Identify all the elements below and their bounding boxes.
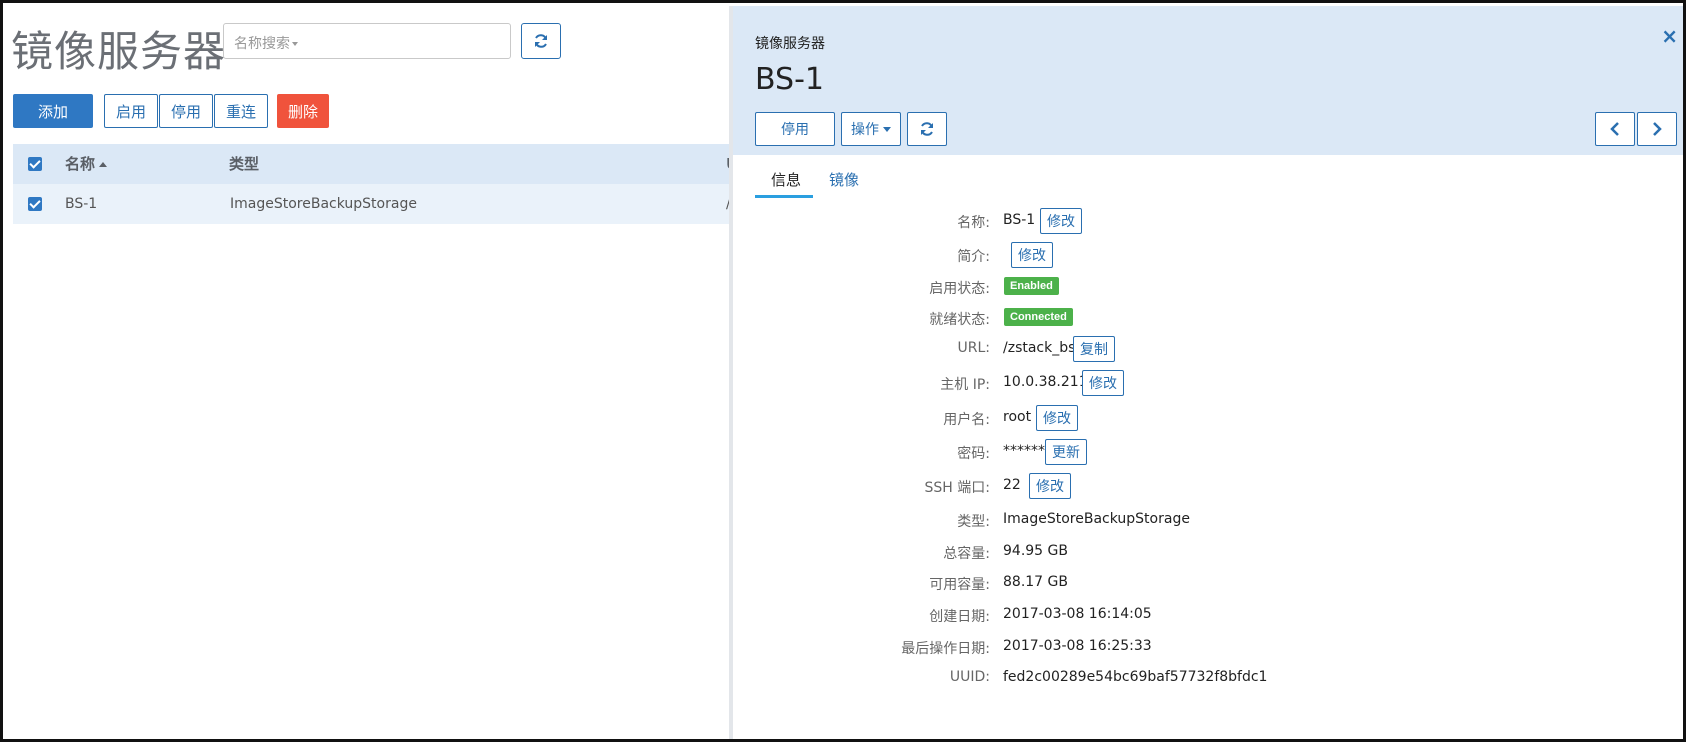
field-value: fed2c00289e54bc69baf57732f8bfdc1 [1003, 669, 1268, 685]
field-uuid: UUID: fed2c00289e54bc69baf57732f8bfdc1 [733, 661, 1683, 691]
field-label: 总容量: [943, 546, 990, 562]
storage-table: 名称 类型 U BS-1 ImageStoreBackupStorage /z [13, 144, 738, 224]
field-url: URL: /zstack_bs 复制 [733, 332, 1683, 362]
field-available-capacity: 可用容量: 88.17 GB [733, 566, 1683, 596]
field-value: 2017-03-08 16:25:33 [1003, 638, 1152, 654]
field-ssh-port: SSH 端口: 22 修改 [733, 469, 1683, 499]
prev-button[interactable] [1595, 112, 1635, 146]
edit-username-button[interactable]: 修改 [1036, 405, 1078, 431]
field-created-date: 创建日期: 2017-03-08 16:14:05 [733, 598, 1683, 628]
detail-panel: 镜像服务器 BS-1 × 停用 操作 信息 镜像 名称: BS-1 修改 简介:… [729, 6, 1683, 739]
field-type: 类型: ImageStoreBackupStorage [733, 503, 1683, 533]
next-button[interactable] [1637, 112, 1677, 146]
enable-button[interactable]: 启用 [104, 94, 158, 128]
delete-button[interactable]: 删除 [277, 94, 329, 128]
field-label: 启用状态: [929, 281, 990, 297]
field-label: URL: [957, 340, 991, 356]
add-button[interactable]: 添加 [13, 94, 93, 128]
field-value: 88.17 GB [1003, 574, 1068, 590]
field-last-op-date: 最后操作日期: 2017-03-08 16:25:33 [733, 630, 1683, 660]
detail-header: 镜像服务器 BS-1 × 停用 操作 [733, 6, 1683, 155]
field-label: 密码: [957, 446, 990, 462]
page-title: 镜像服务器 [11, 27, 227, 76]
detail-subtitle: 镜像服务器 [755, 36, 825, 52]
sort-asc-icon [99, 162, 108, 167]
table-header: 名称 类型 U [13, 144, 738, 184]
field-value: /zstack_bs [1003, 340, 1076, 356]
row-checkbox[interactable] [28, 197, 42, 211]
tab-images[interactable]: 镜像 [829, 163, 879, 198]
copy-url-button[interactable]: 复制 [1073, 336, 1115, 362]
field-password: 密码: ****** 更新 [733, 435, 1683, 465]
chevron-right-icon [1653, 122, 1662, 136]
refresh-button[interactable] [907, 112, 947, 146]
update-password-button[interactable]: 更新 [1045, 439, 1087, 465]
row-type: ImageStoreBackupStorage [230, 196, 417, 212]
field-ready-state: 就绪状态: Connected [733, 301, 1683, 331]
detail-title: BS-1 [755, 62, 825, 97]
refresh-icon [921, 122, 933, 136]
field-value: BS-1 [1003, 212, 1036, 228]
chevron-down-icon [292, 42, 298, 46]
field-label: SSH 端口: [924, 480, 990, 496]
field-label: 可用容量: [929, 577, 990, 593]
field-host-ip: 主机 IP: 10.0.38.211 修改 [733, 366, 1683, 396]
disable-button[interactable]: 停用 [755, 112, 835, 146]
edit-name-button[interactable]: 修改 [1040, 208, 1082, 234]
row-name[interactable]: BS-1 [65, 184, 97, 224]
field-value: 10.0.38.211 [1003, 374, 1088, 390]
field-label: 主机 IP: [940, 377, 990, 393]
table-row[interactable]: BS-1 ImageStoreBackupStorage /z [13, 184, 738, 224]
list-view: 镜像服务器 名称搜索 添加 启用 停用 重连 删除 名称 类型 U [3, 3, 738, 739]
field-value: ImageStoreBackupStorage [1003, 511, 1190, 527]
field-name: 名称: BS-1 修改 [733, 204, 1683, 234]
edit-ssh-port-button[interactable]: 修改 [1029, 473, 1071, 499]
search-placeholder: 名称搜索 [234, 36, 290, 52]
field-value: 22 [1003, 477, 1021, 493]
status-badge: Enabled [1004, 277, 1059, 295]
field-label: 创建日期: [929, 609, 990, 625]
field-username: 用户名: root 修改 [733, 401, 1683, 431]
actions-label: 操作 [851, 122, 879, 138]
chevron-left-icon [1610, 122, 1619, 136]
field-label: UUID: [949, 669, 990, 685]
select-all-checkbox[interactable] [28, 157, 42, 171]
app-window: 镜像服务器 名称搜索 添加 启用 停用 重连 删除 名称 类型 U [0, 0, 1686, 742]
actions-dropdown[interactable]: 操作 [841, 112, 901, 146]
edit-host-ip-button[interactable]: 修改 [1082, 370, 1124, 396]
column-header-name[interactable]: 名称 [65, 144, 108, 184]
column-header-type[interactable]: 类型 [229, 144, 259, 184]
field-label: 用户名: [943, 412, 990, 428]
close-icon[interactable]: × [1661, 24, 1678, 48]
field-value: ****** [1003, 443, 1045, 459]
field-description: 简介: 修改 [733, 238, 1683, 268]
edit-description-button[interactable]: 修改 [1011, 242, 1053, 268]
tab-info[interactable]: 信息 [755, 163, 813, 198]
field-label: 就绪状态: [929, 312, 990, 328]
refresh-button[interactable] [521, 23, 561, 59]
status-badge: Connected [1004, 308, 1073, 326]
field-label: 简介: [957, 249, 990, 265]
reconnect-button[interactable]: 重连 [214, 94, 268, 128]
column-header-name-label: 名称 [65, 155, 96, 173]
disable-button[interactable]: 停用 [159, 94, 213, 128]
field-value: 94.95 GB [1003, 543, 1068, 559]
field-value: root [1003, 409, 1032, 425]
search-input[interactable]: 名称搜索 [223, 23, 511, 59]
field-label: 最后操作日期: [901, 641, 990, 657]
field-label: 名称: [957, 215, 990, 231]
field-value: 2017-03-08 16:14:05 [1003, 606, 1152, 622]
field-total-capacity: 总容量: 94.95 GB [733, 535, 1683, 565]
field-label: 类型: [957, 514, 990, 530]
chevron-down-icon [883, 126, 891, 132]
field-enable-state: 启用状态: Enabled [733, 270, 1683, 300]
refresh-icon [535, 34, 547, 48]
